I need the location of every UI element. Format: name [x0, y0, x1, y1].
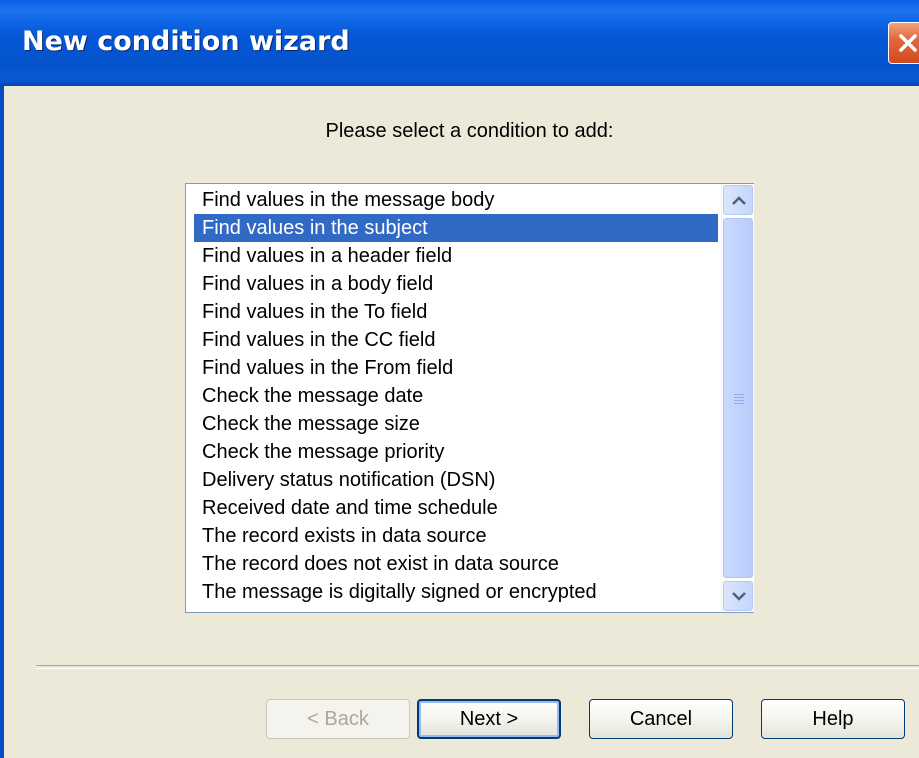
list-item[interactable]: Find values in the message body	[194, 186, 718, 214]
conditions-list: Find values in the message body Find valu…	[186, 184, 721, 612]
chevron-down-icon	[732, 592, 746, 601]
list-item[interactable]: Find values in a header field	[194, 242, 718, 270]
list-item[interactable]: The record does not exist in data source	[194, 550, 718, 578]
list-item[interactable]: Delivery status notification (DSN)	[194, 466, 718, 494]
close-icon	[899, 34, 917, 52]
list-item[interactable]: The message is digitally signed or encry…	[194, 578, 718, 606]
next-button[interactable]: Next >	[417, 699, 561, 739]
list-item[interactable]: Find values in the subject	[194, 214, 718, 242]
list-item[interactable]: Find values in a body field	[194, 270, 718, 298]
back-button[interactable]: < Back	[266, 699, 410, 739]
list-item[interactable]: Check the message size	[194, 410, 718, 438]
wizard-dialog: New condition wizard Please select a con…	[0, 0, 919, 758]
prompt-label: Please select a condition to add:	[325, 120, 614, 142]
thumb-grip	[734, 394, 744, 395]
separator-line	[36, 665, 919, 669]
title-bar[interactable]: New condition wizard	[0, 0, 919, 86]
conditions-listbox[interactable]: Find values in the message body Find valu…	[185, 183, 754, 613]
scroll-up-button[interactable]	[723, 185, 753, 215]
help-button[interactable]: Help	[761, 699, 905, 739]
cancel-button[interactable]: Cancel	[589, 699, 733, 739]
thumb-grip	[734, 403, 744, 404]
window-border	[0, 86, 4, 758]
list-item[interactable]: The record exists in data source	[194, 522, 718, 550]
scroll-down-button[interactable]	[723, 581, 753, 611]
thumb-grip	[734, 397, 744, 398]
list-item[interactable]: Find values in the From field	[194, 354, 718, 382]
list-item[interactable]: Check the message priority	[194, 438, 718, 466]
list-item[interactable]: Received date and time schedule	[194, 494, 718, 522]
scroll-thumb[interactable]	[723, 218, 753, 578]
list-item[interactable]: Find values in the CC field	[194, 326, 718, 354]
vertical-scrollbar[interactable]	[721, 184, 754, 612]
close-button[interactable]	[888, 22, 919, 64]
list-item[interactable]: Check the message date	[194, 382, 718, 410]
list-item[interactable]: Find values in the To field	[194, 298, 718, 326]
thumb-grip	[734, 400, 744, 401]
chevron-up-icon	[732, 196, 746, 205]
window-title: New condition wizard	[22, 26, 350, 57]
